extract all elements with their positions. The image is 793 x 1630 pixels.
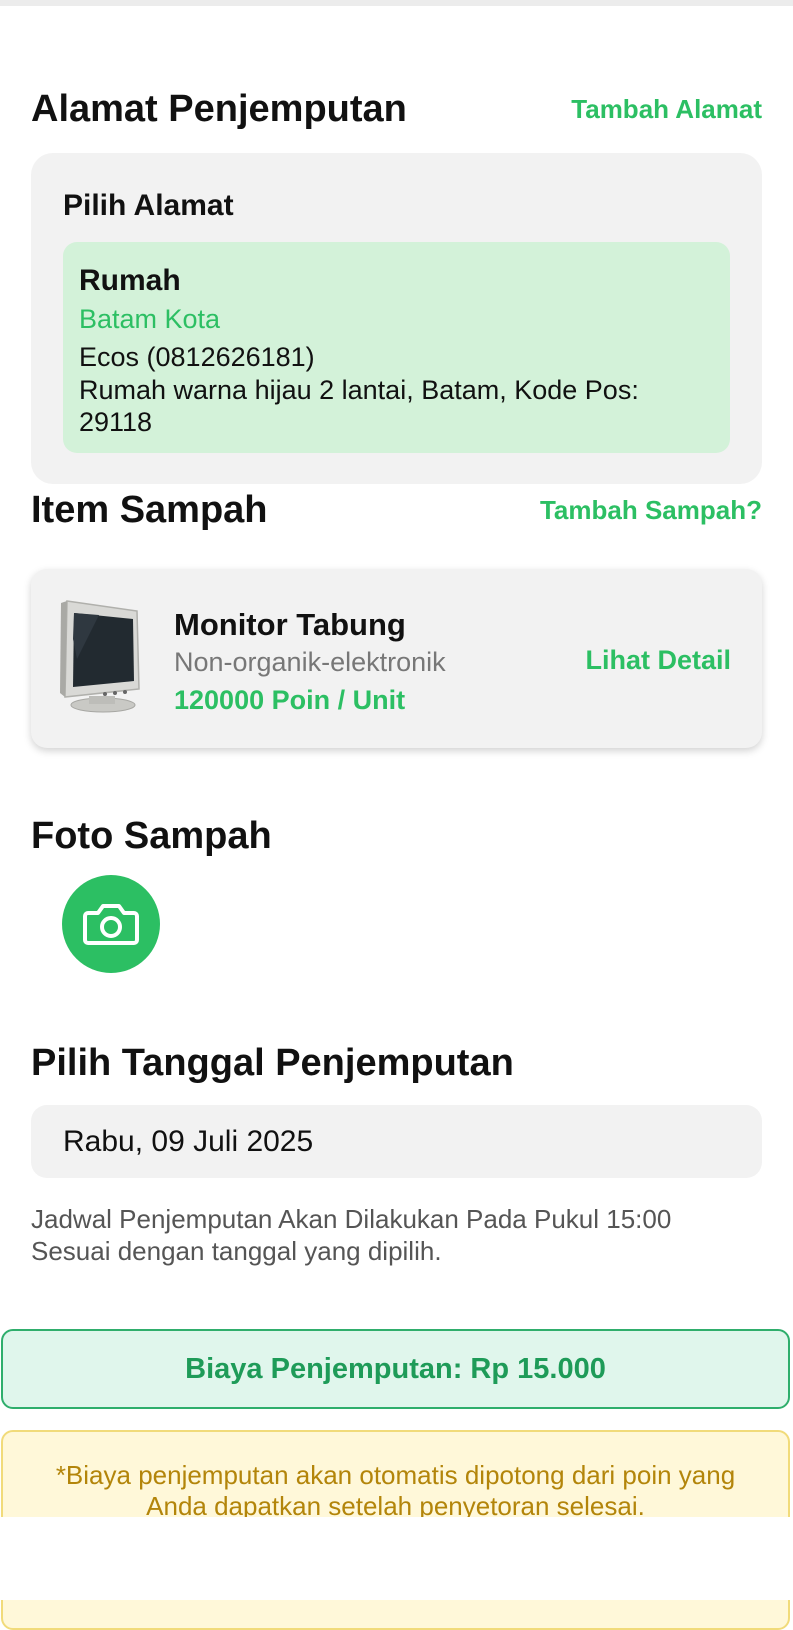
bottom-blank-area xyxy=(0,1517,793,1600)
photo-section-title: Foto Sampah xyxy=(31,815,272,857)
photo-section-header: Foto Sampah xyxy=(31,815,762,858)
address-contact: Ecos (0812626181) xyxy=(79,342,315,372)
items-section-title: Item Sampah xyxy=(31,489,268,531)
address-city: Batam Kota xyxy=(79,304,221,334)
waste-item-card: Monitor Tabung Non-organik-elektronik 12… xyxy=(31,569,762,748)
item-category: Non-organik-elektronik xyxy=(174,647,446,677)
view-detail-link[interactable]: Lihat Detail xyxy=(585,645,731,676)
pickup-date-field[interactable]: Rabu, 09 Juli 2025 xyxy=(31,1105,762,1178)
item-name: Monitor Tabung xyxy=(174,607,406,642)
schedule-note-line1: Jadwal Penjemputan Akan Dilakukan Pada P… xyxy=(31,1204,672,1234)
address-card: Pilih Alamat Rumah Batam Kota Ecos (0812… xyxy=(31,153,762,484)
date-section-title: Pilih Tanggal Penjemputan xyxy=(31,1042,514,1084)
address-detail: Rumah warna hijau 2 lantai, Batam, Kode … xyxy=(79,375,639,437)
schedule-note: Jadwal Penjemputan Akan Dilakukan Pada P… xyxy=(31,1203,762,1267)
items-section-header: Item Sampah Tambah Sampah? xyxy=(31,489,762,532)
choose-address-label: Pilih Alamat xyxy=(63,189,234,222)
address-section-title: Alamat Penjemputan xyxy=(31,88,407,130)
schedule-note-line2: Sesuai dengan tanggal yang dipilih. xyxy=(31,1236,442,1266)
add-address-link[interactable]: Tambah Alamat xyxy=(571,94,762,125)
address-section-header: Alamat Penjemputan Tambah Alamat xyxy=(31,88,762,131)
warning-line1: *Biaya penjemputan akan otomatis dipoton… xyxy=(55,1460,736,1490)
camera-icon xyxy=(83,904,139,945)
item-price: 120000 Poin / Unit xyxy=(174,685,406,715)
crt-monitor-image xyxy=(60,600,140,713)
add-waste-link[interactable]: Tambah Sampah? xyxy=(540,495,762,526)
take-photo-button[interactable] xyxy=(62,875,160,973)
status-bar-strip xyxy=(0,0,793,6)
address-name: Rumah xyxy=(79,264,181,297)
pickup-fee-banner: Biaya Penjemputan: Rp 15.000 xyxy=(1,1329,790,1409)
address-option-selected[interactable]: Rumah Batam Kota Ecos (0812626181) Rumah… xyxy=(63,242,730,453)
date-section-header: Pilih Tanggal Penjemputan xyxy=(31,1042,762,1085)
